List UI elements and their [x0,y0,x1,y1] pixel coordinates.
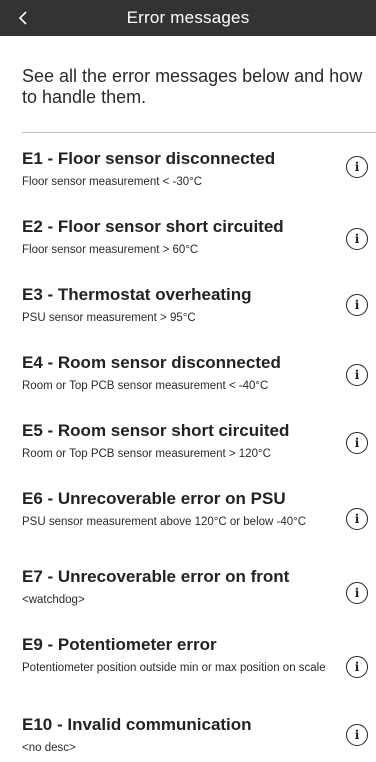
info-icon: i [354,512,360,526]
error-description: Potentiometer position outside min or ma… [22,662,326,674]
error-title: E2 - Floor sensor short circuited [22,217,284,236]
error-description: PSU sensor measurement above 120°C or be… [22,516,307,528]
error-title: E6 - Unrecoverable error on PSU [22,489,286,508]
error-item: E2 - Floor sensor short circuited Floor … [0,216,376,280]
info-icon: i [354,586,360,600]
header-bar: Error messages [0,0,376,36]
info-button[interactable]: i [346,724,368,746]
info-icon: i [354,660,360,674]
content-area: See all the error messages below and how… [0,36,376,762]
info-icon: i [354,368,360,382]
info-button[interactable]: i [346,228,368,250]
error-item: E9 - Potentiometer error Potentiometer p… [0,634,376,698]
error-title: E5 - Room sensor short circuited [22,421,290,440]
info-icon: i [354,298,360,312]
error-item: E10 - Invalid communication <no desc> i [0,714,376,762]
info-icon: i [354,160,360,174]
info-icon: i [354,728,360,742]
page-title: Error messages [126,8,250,27]
error-description: Floor sensor measurement < -30°C [22,176,203,188]
divider [22,132,376,133]
error-description: Room or Top PCB sensor measurement > 120… [22,448,271,460]
error-title: E10 - Invalid communication [22,715,252,734]
error-item: E3 - Thermostat overheating PSU sensor m… [0,284,376,348]
info-button[interactable]: i [346,294,368,316]
error-title: E9 - Potentiometer error [22,635,217,654]
error-item: E7 - Unrecoverable error on front <watch… [0,566,376,630]
info-icon: i [354,232,360,246]
error-description: Room or Top PCB sensor measurement < -40… [22,380,269,392]
info-button[interactable]: i [346,508,368,530]
info-button[interactable]: i [346,364,368,386]
info-button[interactable]: i [346,582,368,604]
error-description: <no desc> [22,742,76,754]
error-title: E3 - Thermostat overheating [22,285,252,304]
error-item: E4 - Room sensor disconnected Room or To… [0,352,376,416]
error-title: E7 - Unrecoverable error on front [22,567,290,586]
info-button[interactable]: i [346,656,368,678]
error-item: E1 - Floor sensor disconnected Floor sen… [0,148,376,212]
error-description: <watchdog> [22,594,85,606]
info-icon: i [354,436,360,450]
info-button[interactable]: i [346,432,368,454]
error-title: E1 - Floor sensor disconnected [22,149,276,168]
info-button[interactable]: i [346,156,368,178]
intro-text: See all the error messages below and how… [22,66,363,107]
error-description: Floor sensor measurement > 60°C [22,244,199,256]
error-description: PSU sensor measurement > 95°C [22,312,196,324]
error-item: E5 - Room sensor short circuited Room or… [0,420,376,484]
app-screen: Error messages See all the error message… [0,0,376,762]
error-item: E6 - Unrecoverable error on PSU PSU sens… [0,488,376,552]
error-title: E4 - Room sensor disconnected [22,353,281,372]
